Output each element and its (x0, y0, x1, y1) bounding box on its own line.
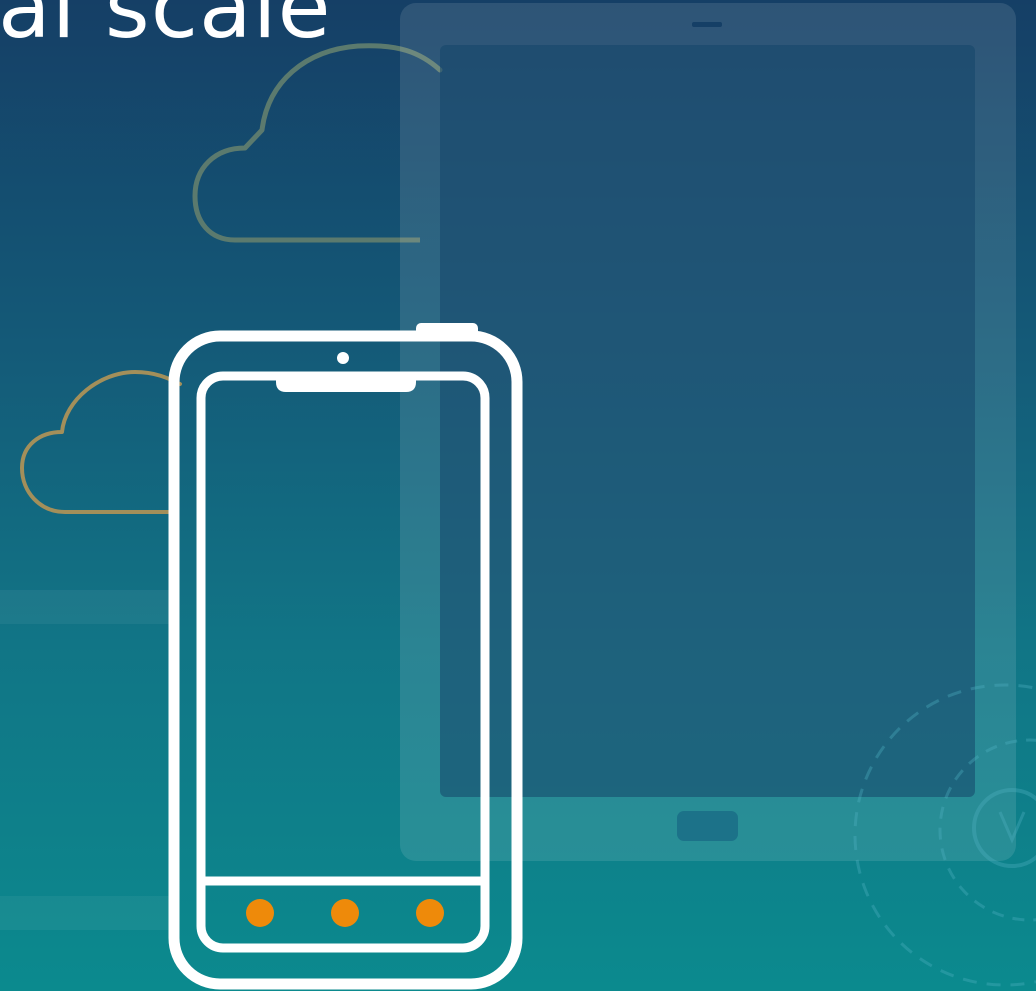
nav-dot (416, 899, 444, 927)
cloud-icon (20, 370, 182, 514)
background-band (0, 896, 175, 930)
background-band (0, 590, 175, 624)
nav-dot (246, 899, 274, 927)
tablet-icon (400, 3, 1016, 861)
device-illustration (0, 3, 1036, 990)
nav-dot (331, 899, 359, 927)
